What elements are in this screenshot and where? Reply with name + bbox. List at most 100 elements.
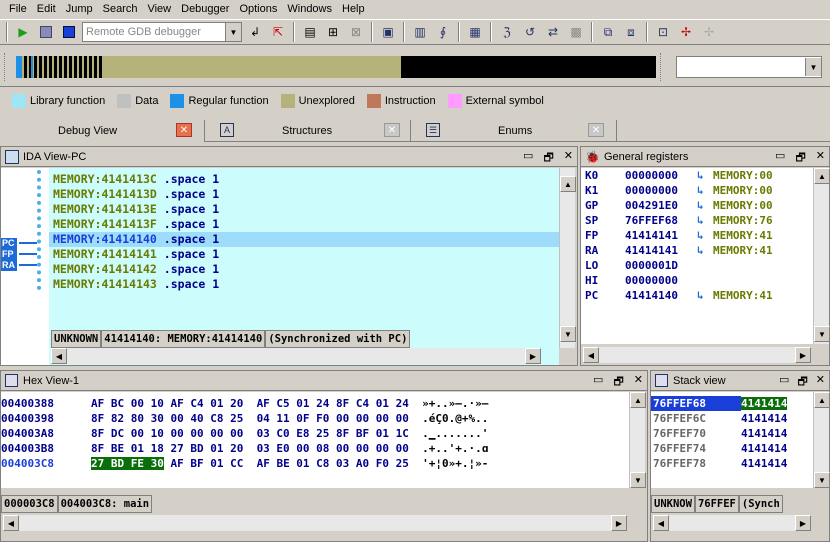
breakpoint-icon[interactable]: ⊞ <box>323 22 343 42</box>
step-out-icon[interactable]: ∮ <box>433 22 453 42</box>
stack-row[interactable]: 76FFEF74 4141414 <box>651 441 813 456</box>
register-row[interactable]: SP 76FFEF68 ↳ MEMORY:76 <box>585 213 813 228</box>
register-row[interactable]: PC 41414140 ↳ MEMORY:41 <box>585 288 813 303</box>
scroll-left-icon[interactable]: ◀ <box>51 348 67 364</box>
segment-select[interactable]: ▼ <box>676 56 822 78</box>
scroll-right-icon[interactable]: ▶ <box>795 515 811 531</box>
menu-windows[interactable]: Windows <box>282 3 337 15</box>
hex-row[interactable]: 004003A8 8F DC 00 10 00 00 00 00 03 C0 E8… <box>1 426 629 441</box>
attach-icon[interactable]: ⇱ <box>268 22 288 42</box>
disasm-line[interactable]: MEMORY:41414140 .space 1 <box>49 232 559 247</box>
disasm-line[interactable]: MEMORY:4141413C .space 1 <box>49 172 559 187</box>
return-icon[interactable]: ↺ <box>520 22 540 42</box>
stop-icon[interactable] <box>59 22 79 42</box>
clear-icon[interactable]: ⊠ <box>346 22 366 42</box>
menu-search[interactable]: Search <box>98 3 143 15</box>
vertical-scrollbar[interactable]: ▲ ▼ <box>813 392 830 488</box>
register-row[interactable]: K0 00000000 ↳ MEMORY:00 <box>585 168 813 183</box>
close-icon[interactable]: ✕ <box>816 373 825 392</box>
scroll-down-icon[interactable]: ▼ <box>814 326 830 342</box>
loop-icon[interactable]: ℨ <box>497 22 517 42</box>
mem-icon[interactable]: ▩ <box>566 22 586 42</box>
horizontal-scrollbar[interactable]: ◀ ▶ <box>51 348 541 364</box>
scroll-up-icon[interactable]: ▲ <box>814 168 830 184</box>
close-icon[interactable]: ✕ <box>588 123 604 137</box>
horizontal-scrollbar[interactable]: ◀ ▶ <box>3 515 627 531</box>
tab-structures[interactable]: A Structures ✕ <box>206 120 411 142</box>
menu-view[interactable]: View <box>142 3 176 15</box>
stack-row[interactable]: 76FFEF68 4141414 <box>651 396 813 411</box>
minimize-icon[interactable]: ▭ <box>523 149 533 168</box>
minimize-icon[interactable]: ▭ <box>593 373 603 392</box>
register-row[interactable]: RA 41414141 ↳ MEMORY:41 <box>585 243 813 258</box>
scroll-up-icon[interactable]: ▲ <box>814 392 830 408</box>
close-icon[interactable]: ✕ <box>816 149 825 168</box>
register-row[interactable]: HI 00000000 <box>585 273 813 288</box>
vertical-scrollbar[interactable]: ▲ ▼ <box>629 392 646 488</box>
stack-row[interactable]: 76FFEF6C 4141414 <box>651 411 813 426</box>
minimize-icon[interactable]: ▭ <box>775 149 785 168</box>
step-into-icon[interactable]: ▣ <box>378 22 398 42</box>
horizontal-scrollbar[interactable]: ◀ ▶ <box>653 515 811 531</box>
bp-add-icon[interactable]: ✢ <box>676 22 696 42</box>
horizontal-scrollbar[interactable]: ◀ ▶ <box>583 347 811 363</box>
restore-icon[interactable]: 🗗 <box>795 149 805 168</box>
restore-icon[interactable]: 🗗 <box>613 373 623 392</box>
scroll-left-icon[interactable]: ◀ <box>3 515 19 531</box>
navigation-bar[interactable] <box>16 56 656 78</box>
close-icon[interactable]: ✕ <box>564 149 573 168</box>
hex-row[interactable]: 00400388 AF BC 00 10 AF C4 01 20 AF C5 01… <box>1 396 629 411</box>
debugger-select[interactable]: Remote GDB debugger ▼ <box>82 22 242 42</box>
menu-debugger[interactable]: Debugger <box>176 3 234 15</box>
scroll-down-icon[interactable]: ▼ <box>814 472 830 488</box>
close-icon[interactable]: ✕ <box>634 373 643 392</box>
close-icon[interactable]: ✕ <box>384 123 400 137</box>
restore-icon[interactable]: 🗗 <box>543 149 553 168</box>
register-row[interactable]: K1 00000000 ↳ MEMORY:00 <box>585 183 813 198</box>
register-row[interactable]: GP 004291E0 ↳ MEMORY:00 <box>585 198 813 213</box>
menu-edit[interactable]: Edit <box>32 3 61 15</box>
vertical-scrollbar[interactable]: ▲ ▼ <box>559 168 576 348</box>
pause-icon[interactable] <box>36 22 56 42</box>
scroll-right-icon[interactable]: ▶ <box>795 347 811 363</box>
window2-icon[interactable]: ⧈ <box>621 22 641 42</box>
trace-icon[interactable]: ▤ <box>300 22 320 42</box>
step-icon[interactable]: ↲ <box>245 22 265 42</box>
scroll-up-icon[interactable]: ▲ <box>630 392 646 408</box>
hex-dump[interactable]: 00400388 AF BC 00 10 AF C4 01 20 AF C5 01… <box>1 392 629 488</box>
menu-options[interactable]: Options <box>234 3 282 15</box>
scroll-left-icon[interactable]: ◀ <box>653 515 669 531</box>
disassembly-listing[interactable]: MEMORY:4141413C .space 1 MEMORY:4141413D … <box>49 168 559 328</box>
tab-enums[interactable]: ☰ Enums ✕ <box>412 120 617 142</box>
hex-row[interactable]: 00400398 8F 82 80 30 00 40 C8 25 04 11 0F… <box>1 411 629 426</box>
bp-list-icon[interactable]: ⊡ <box>653 22 673 42</box>
register-row[interactable]: LO 0000001D <box>585 258 813 273</box>
stack-row[interactable]: 76FFEF78 4141414 <box>651 456 813 471</box>
close-icon[interactable]: ✕ <box>176 123 192 137</box>
disasm-line[interactable]: MEMORY:4141413D .space 1 <box>49 187 559 202</box>
scroll-left-icon[interactable]: ◀ <box>583 347 599 363</box>
scroll-up-icon[interactable]: ▲ <box>560 176 576 192</box>
disasm-line[interactable]: MEMORY:4141413E .space 1 <box>49 202 559 217</box>
step-over-icon[interactable]: ▥ <box>410 22 430 42</box>
disasm-line[interactable]: MEMORY:41414143 .space 1 <box>49 277 559 292</box>
jump-icon[interactable]: ⇄ <box>543 22 563 42</box>
minimize-icon[interactable]: ▭ <box>779 373 789 392</box>
window-icon[interactable]: ⧉ <box>598 22 618 42</box>
restore-icon[interactable]: 🗗 <box>797 373 807 392</box>
menu-jump[interactable]: Jump <box>61 3 98 15</box>
tab-debug-view[interactable]: Debug View ✕ <box>0 120 205 142</box>
play-icon[interactable]: ▶ <box>13 22 33 42</box>
disasm-line[interactable]: MEMORY:41414141 .space 1 <box>49 247 559 262</box>
stack-list[interactable]: 76FFEF68 4141414 76FFEF6C 4141414 76FFEF70 41… <box>651 392 813 488</box>
menu-file[interactable]: File <box>4 3 32 15</box>
scroll-down-icon[interactable]: ▼ <box>630 472 646 488</box>
register-list[interactable]: K0 00000000 ↳ MEMORY:00 K1 00000000 ↳ MEMORY:00… <box>581 168 813 344</box>
hex-row[interactable]: 004003C8 27 BD FE 30 AF BF 01 CC AF BE 01… <box>1 456 629 471</box>
disasm-line[interactable]: MEMORY:41414142 .space 1 <box>49 262 559 277</box>
bp-del-icon[interactable]: ✢ <box>699 22 719 42</box>
vertical-scrollbar[interactable]: ▲ ▼ <box>813 168 830 344</box>
run-to-icon[interactable]: ▦ <box>465 22 485 42</box>
hex-row[interactable]: 004003B8 8F BE 01 18 27 BD 01 20 03 E0 00… <box>1 441 629 456</box>
disasm-line[interactable]: MEMORY:4141413F .space 1 <box>49 217 559 232</box>
